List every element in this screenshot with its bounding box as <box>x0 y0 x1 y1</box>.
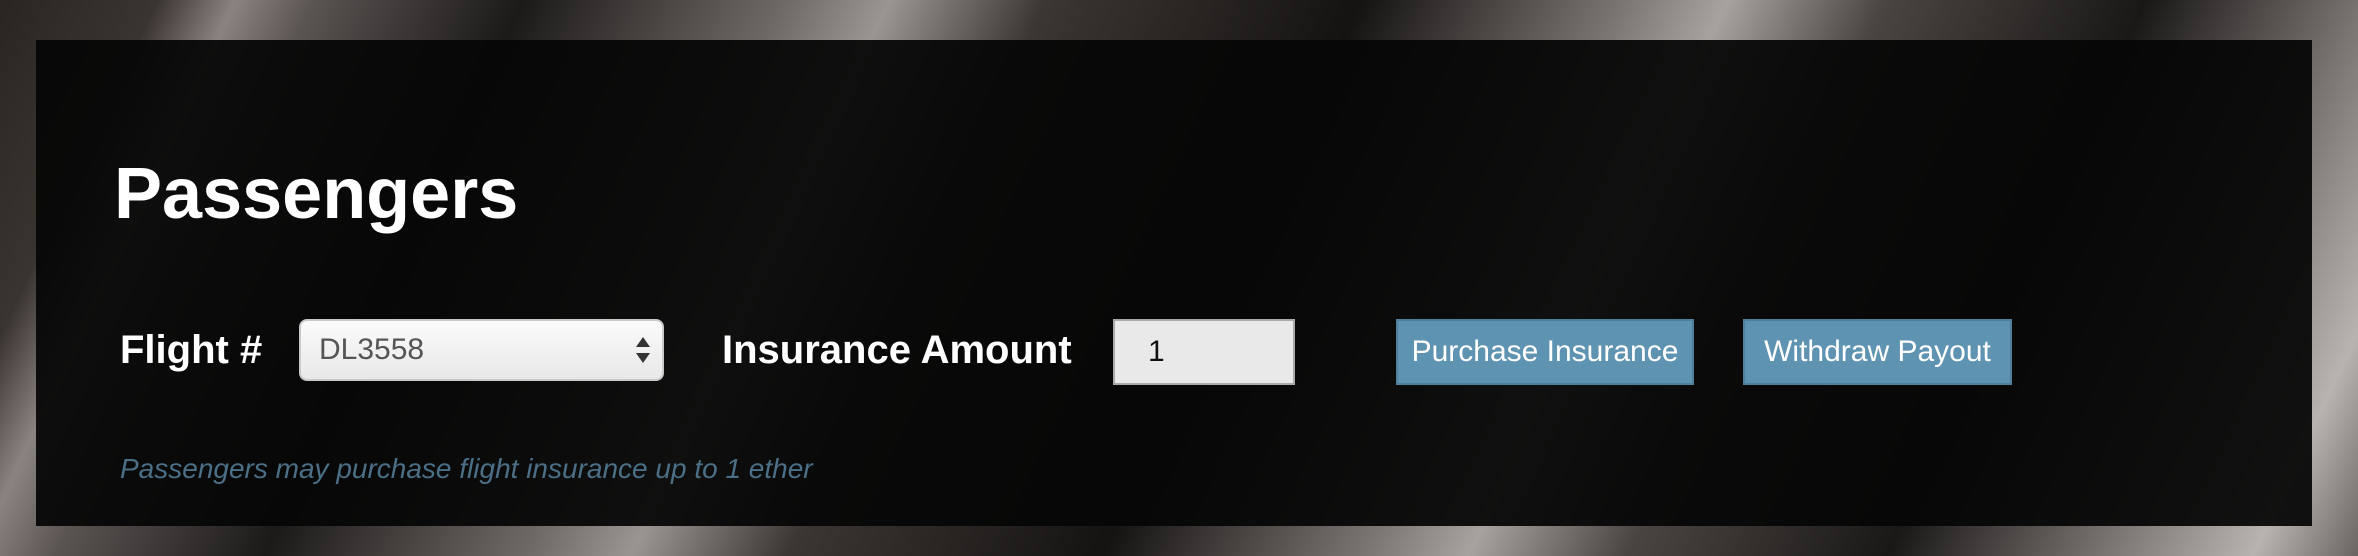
flight-label: Flight # <box>120 328 263 372</box>
insurance-amount-input[interactable] <box>1113 319 1295 385</box>
page-title: Passengers <box>114 154 519 234</box>
updown-arrows-icon <box>636 337 650 363</box>
withdraw-payout-button[interactable]: Withdraw Payout <box>1743 319 2012 385</box>
flight-select-value: DL3558 <box>319 333 425 366</box>
insurance-amount-label: Insurance Amount <box>722 328 1072 372</box>
passengers-panel: Passengers Flight # DL3558 Insurance Amo… <box>36 40 2312 526</box>
flight-select[interactable]: DL3558 <box>299 319 664 381</box>
purchase-insurance-button[interactable]: Purchase Insurance <box>1396 319 1694 385</box>
insurance-note: Passengers may purchase flight insurance… <box>120 453 813 484</box>
